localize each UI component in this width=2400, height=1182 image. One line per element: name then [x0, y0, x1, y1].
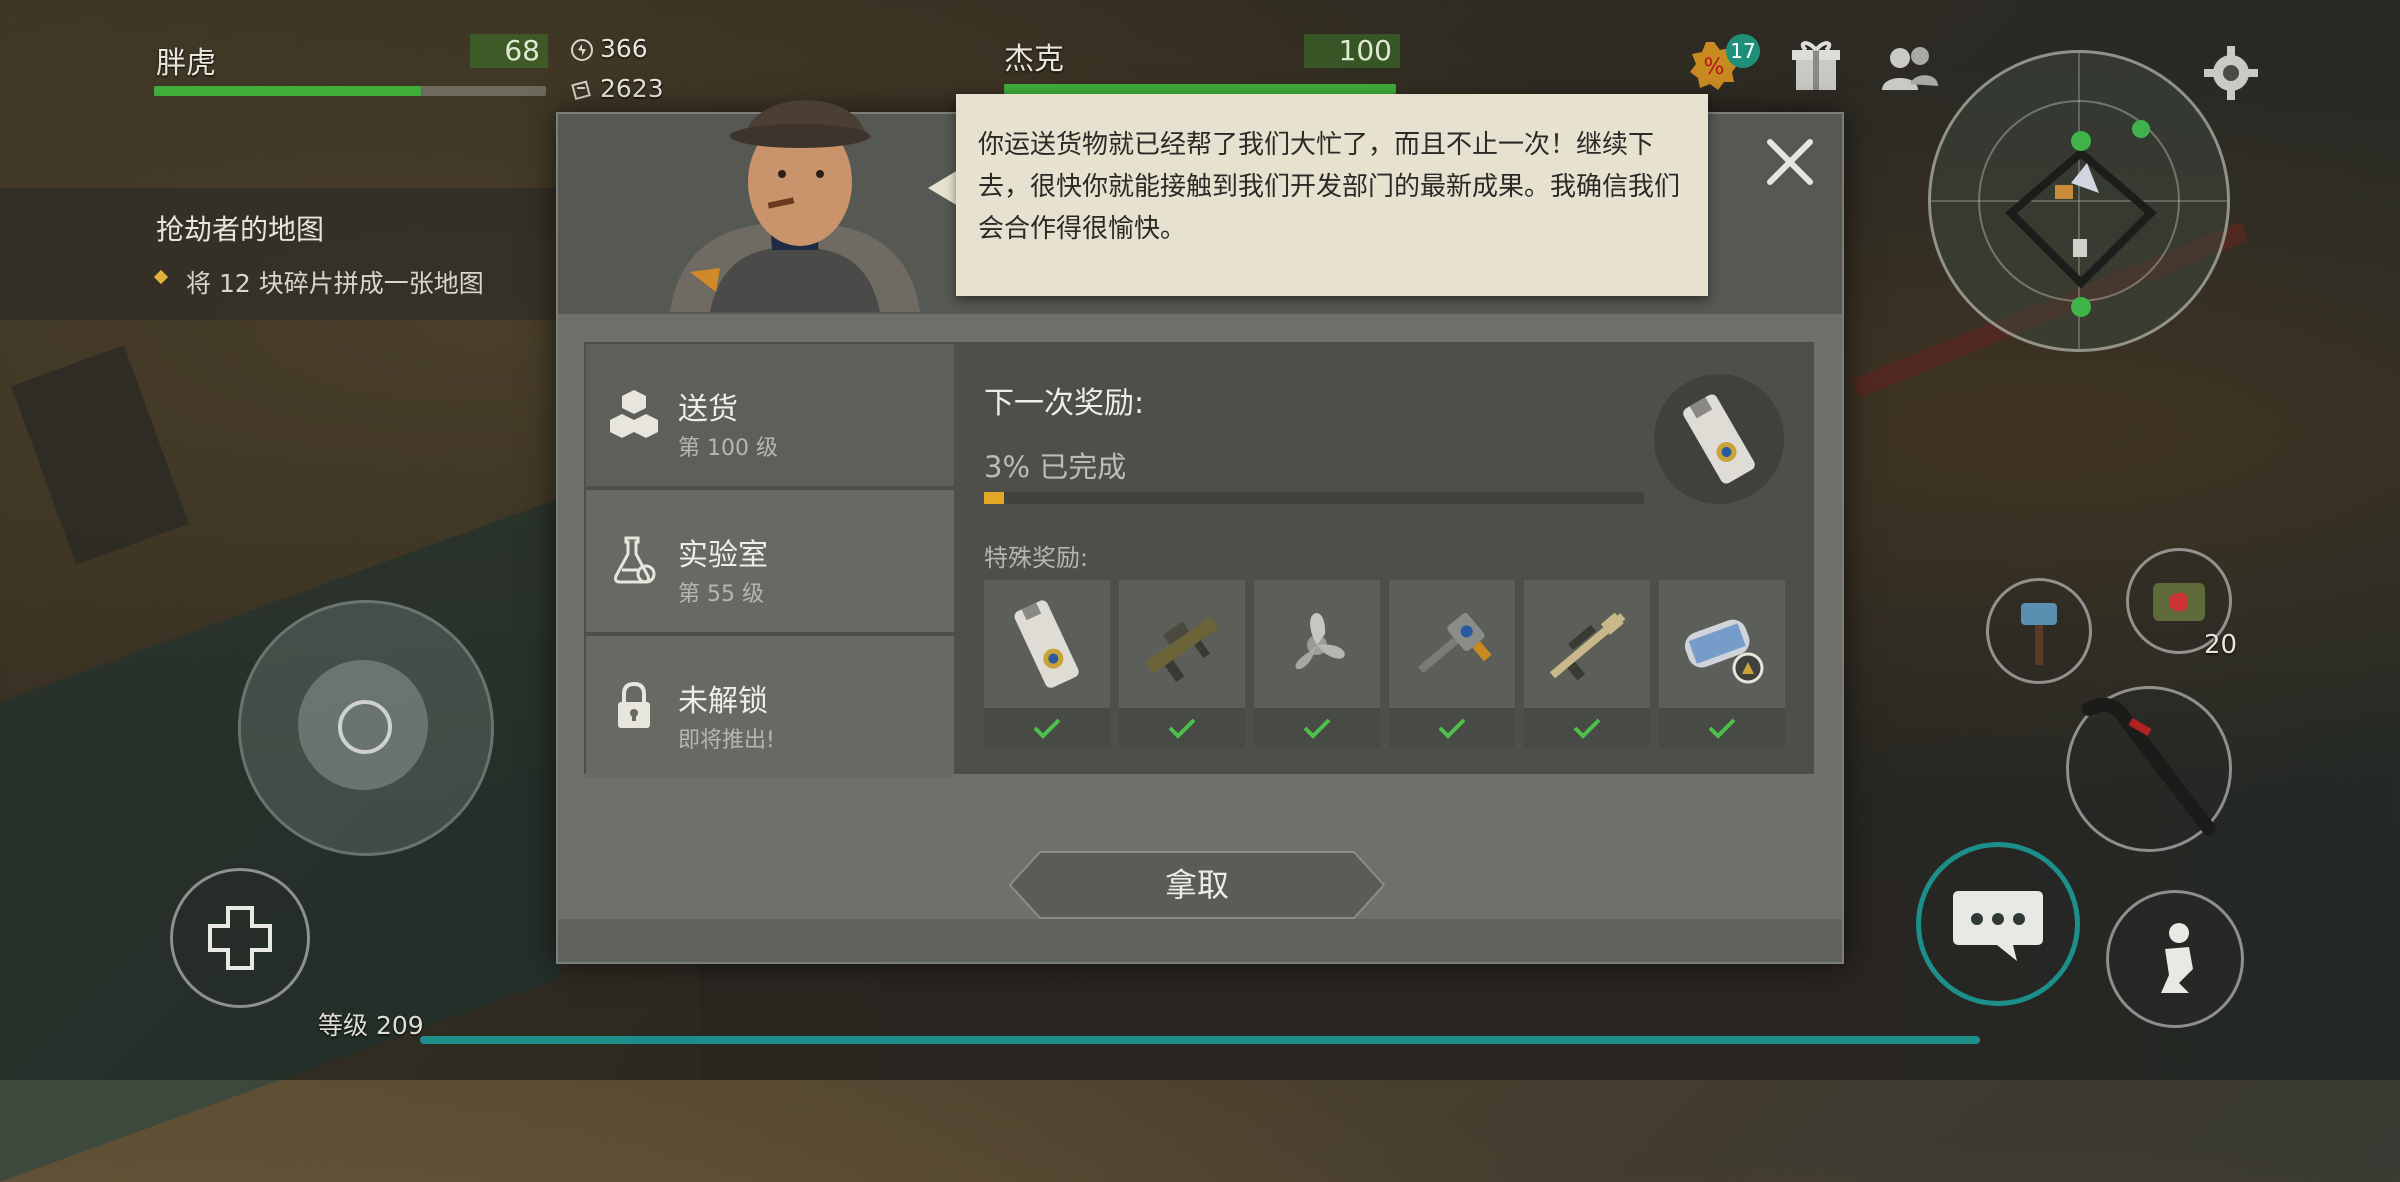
attack-button[interactable] [2066, 686, 2232, 852]
svg-text:%: % [1704, 55, 1725, 80]
next-reward-label: 下一次奖励: [984, 386, 1145, 421]
tab-delivery-title: 送货 [678, 392, 738, 427]
reward-slot-sniper-rifle[interactable] [1524, 580, 1650, 748]
tab-locked-title: 未解锁 [678, 684, 768, 719]
speech-bubble-tail [928, 170, 958, 206]
gear-icon [2204, 46, 2258, 100]
tab-laboratory[interactable]: 实验室 第 55 级 [586, 490, 954, 632]
player-level: 等级 209 [318, 1011, 424, 1040]
joystick-center-ring [338, 700, 392, 754]
hammer-icon [2021, 603, 2057, 665]
npc-hp-fill [1004, 84, 1396, 94]
check-icon [1573, 718, 1601, 739]
reward-slot-propeller[interactable] [1254, 580, 1380, 748]
npc-portrait-image [670, 100, 920, 312]
npc-speech-bubble: 你运送货物就已经帮了我们大忙了，而且不止一次！继续下去，很快你就能接触到我们开发… [956, 94, 1708, 296]
tab-laboratory-title: 实验室 [678, 538, 768, 573]
check-icon [1033, 718, 1061, 739]
quest-description: 将 12 块碎片拼成一张地图 [186, 269, 484, 298]
crouch-button[interactable] [2106, 890, 2244, 1028]
lock-icon [618, 681, 650, 728]
progress-bar [984, 492, 1644, 504]
xp-bar [420, 1036, 1980, 1044]
hammer-slot-button[interactable] [1986, 578, 2092, 684]
tab-laboratory-level: 第 55 级 [678, 582, 764, 607]
friends-button[interactable] [1880, 44, 1940, 96]
tab-delivery-level: 第 100 级 [678, 436, 778, 461]
chat-button[interactable] [1916, 842, 2080, 1006]
progress-text: 3% 已完成 [984, 450, 1127, 484]
tab-delivery[interactable]: 送货 第 100 级 [586, 344, 954, 486]
gift-button[interactable] [1792, 38, 1840, 96]
take-button[interactable]: 拿取 [1008, 850, 1386, 920]
reward-check [984, 708, 1110, 748]
reward-slot-drill[interactable] [1389, 580, 1515, 748]
player-hp-value: 68 [470, 34, 548, 68]
take-button-label: 拿取 [1164, 866, 1229, 904]
quest-title: 抢劫者的地图 [156, 213, 325, 246]
tab-locked[interactable]: 未解锁 即将推出! [586, 636, 954, 778]
keycard-icon [1683, 394, 1755, 484]
reward-check [1119, 708, 1245, 748]
blueprint-icon [1684, 619, 1764, 684]
boxes-icon [610, 390, 658, 438]
crowbar-icon [2082, 697, 2216, 836]
close-icon [1767, 139, 1813, 185]
progress-fill [984, 492, 1004, 504]
player-hp-bar [154, 86, 546, 96]
keycard-icon [1014, 600, 1079, 688]
gift-icon [1792, 41, 1840, 90]
special-rewards-label: 特殊奖励: [984, 544, 1089, 572]
check-icon [1708, 718, 1736, 739]
friends-icon [1882, 47, 1938, 90]
player-hp-fill [154, 86, 421, 96]
medkit-count: 20 [2204, 630, 2238, 660]
check-icon [1303, 718, 1331, 739]
heal-button[interactable] [170, 868, 310, 1008]
flask-icon [614, 536, 656, 584]
discount-badge: 17 [1726, 34, 1760, 68]
next-reward-item[interactable] [1654, 374, 1784, 504]
sniper-rifle-icon [1549, 612, 1626, 681]
reward-check [1254, 708, 1380, 748]
check-icon [1168, 718, 1196, 739]
coin-icon [571, 80, 591, 101]
energy-icon [571, 39, 593, 61]
plus-icon [208, 906, 272, 970]
quest-panel[interactable]: 抢劫者的地图 将 12 块碎片拼成一张地图 [0, 188, 560, 320]
minimap-graphic [1931, 53, 2227, 349]
drill-icon [1418, 613, 1492, 674]
npc-hp-value: 100 [1304, 34, 1400, 68]
close-button[interactable] [1762, 134, 1818, 190]
tab-locked-subtitle: 即将推出! [678, 728, 775, 753]
reward-check [1389, 708, 1515, 748]
energy-resource: 366 [570, 34, 648, 63]
propeller-icon [1295, 613, 1345, 670]
npc-portrait [650, 72, 940, 312]
quest-bullet-icon [153, 269, 169, 285]
settings-button[interactable] [2204, 46, 2258, 104]
chat-icon [1953, 891, 2043, 961]
reward-check [1524, 708, 1650, 748]
check-icon [1438, 718, 1466, 739]
minimap[interactable] [1928, 50, 2230, 352]
energy-value: 366 [600, 34, 648, 63]
crouch-icon [2161, 923, 2193, 993]
npc-hp-bar [1004, 84, 1396, 94]
reward-slot-grenade-launcher[interactable] [1119, 580, 1245, 748]
reward-slot-keycard[interactable] [984, 580, 1110, 748]
dialog-footer [558, 919, 1842, 962]
npc-name: 杰克 [1004, 42, 1064, 77]
reward-slot-blueprint[interactable] [1659, 580, 1785, 748]
grenade-launcher-icon [1145, 616, 1219, 683]
player-name: 胖虎 [156, 46, 216, 81]
reward-check [1659, 708, 1785, 748]
